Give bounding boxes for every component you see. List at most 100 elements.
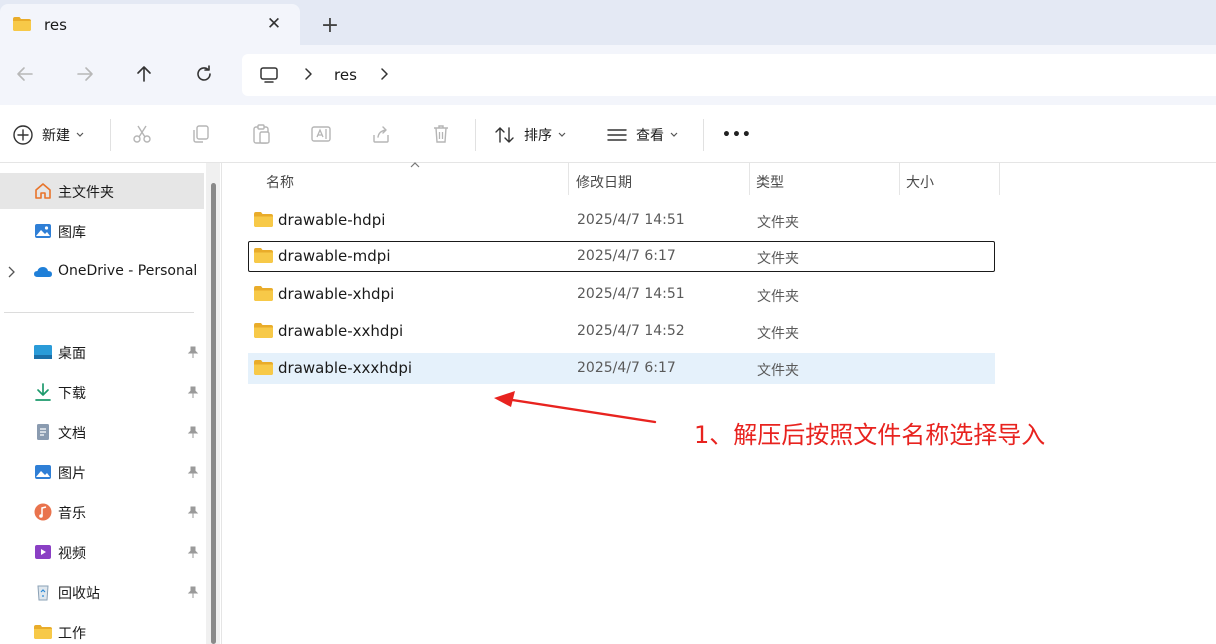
file-date: 2025/4/7 14:52 bbox=[577, 323, 685, 339]
file-name: drawable-xhdpi bbox=[278, 285, 395, 303]
pin-icon[interactable] bbox=[186, 545, 200, 559]
address-bar[interactable]: res bbox=[242, 54, 1216, 96]
column-header-date[interactable]: 修改日期 bbox=[569, 163, 749, 197]
column-header-size[interactable]: 大小 bbox=[900, 163, 1000, 197]
sidebar-scrollbar-thumb[interactable] bbox=[211, 183, 216, 644]
file-explorer-window: res ✕ + res 新建 排序 查看 ••• 主文件夹 图库 OneDriv… bbox=[0, 0, 1216, 644]
file-name: drawable-xxhdpi bbox=[278, 322, 404, 340]
folder-icon bbox=[13, 17, 31, 31]
file-date: 2025/4/7 6:17 bbox=[577, 248, 676, 264]
column-header-label: 名称 bbox=[266, 175, 294, 191]
folder-icon bbox=[34, 625, 52, 639]
sidebar-item-work[interactable]: 工作 bbox=[0, 614, 204, 644]
chevron-right-icon[interactable] bbox=[378, 67, 390, 81]
column-header-type[interactable]: 类型 bbox=[750, 163, 900, 197]
file-row-drawable-mdpi[interactable]: drawable-mdpi 2025/4/7 6:17 文件夹 bbox=[248, 241, 995, 272]
sidebar-item-videos[interactable]: 视频 bbox=[0, 534, 204, 570]
file-row-drawable-xxhdpi[interactable]: drawable-xxhdpi 2025/4/7 14:52 文件夹 bbox=[248, 316, 995, 347]
navigation-pane: 主文件夹 图库 OneDrive - Personal 桌面 下载 文档 图片 … bbox=[0, 163, 222, 644]
onedrive-icon bbox=[34, 267, 52, 277]
file-name: drawable-xxxhdpi bbox=[278, 359, 413, 377]
chevron-down-icon bbox=[76, 132, 84, 137]
file-row-drawable-xhdpi[interactable]: drawable-xhdpi 2025/4/7 14:51 文件夹 bbox=[248, 279, 995, 310]
pin-icon[interactable] bbox=[186, 585, 200, 599]
command-bar: 新建 排序 查看 ••• bbox=[0, 105, 1216, 163]
file-type: 文件夹 bbox=[757, 289, 799, 305]
file-row-drawable-xxxhdpi[interactable]: drawable-xxxhdpi 2025/4/7 6:17 文件夹 bbox=[248, 353, 995, 384]
column-header-label: 大小 bbox=[906, 175, 934, 191]
pin-icon[interactable] bbox=[186, 385, 200, 399]
file-type: 文件夹 bbox=[757, 251, 799, 267]
sidebar-item-onedrive[interactable]: OneDrive - Personal bbox=[0, 254, 204, 290]
sidebar-item-downloads[interactable]: 下载 bbox=[0, 374, 204, 410]
back-button[interactable] bbox=[10, 59, 40, 89]
column-header-label: 类型 bbox=[756, 175, 784, 191]
desktop-icon bbox=[34, 345, 52, 359]
sidebar-item-home[interactable]: 主文件夹 bbox=[0, 173, 204, 209]
video-icon bbox=[35, 545, 51, 559]
file-name: drawable-mdpi bbox=[278, 247, 391, 265]
file-type: 文件夹 bbox=[757, 363, 799, 379]
arrow-left-icon bbox=[17, 67, 33, 81]
sort-button[interactable]: 排序 bbox=[494, 123, 566, 147]
computer-icon bbox=[260, 67, 278, 83]
tab-res[interactable]: res ✕ bbox=[0, 4, 300, 45]
column-header-name[interactable]: 名称 bbox=[248, 163, 568, 197]
sidebar-item-label: 工作 bbox=[58, 626, 86, 642]
arrow-right-icon bbox=[77, 67, 93, 81]
toolbar-divider bbox=[110, 119, 111, 151]
file-row-drawable-hdpi[interactable]: drawable-hdpi 2025/4/7 14:51 文件夹 bbox=[248, 205, 995, 236]
sidebar-item-desktop[interactable]: 桌面 bbox=[0, 334, 204, 370]
new-button[interactable]: 新建 bbox=[12, 123, 84, 147]
file-list-view: 名称 修改日期 类型 大小 drawable-hdpi 2025/4/7 14:… bbox=[226, 162, 1216, 644]
folder-icon bbox=[254, 248, 273, 263]
sidebar-item-pictures[interactable]: 图片 bbox=[0, 454, 204, 490]
annotation-text: 1、解压后按照文件名称选择导入 bbox=[694, 421, 1046, 449]
up-button[interactable] bbox=[129, 59, 159, 89]
music-icon bbox=[34, 503, 52, 521]
chevron-down-icon bbox=[558, 132, 566, 137]
chevron-right-icon[interactable] bbox=[302, 67, 314, 81]
new-tab-button[interactable]: + bbox=[318, 15, 342, 39]
pictures-icon bbox=[35, 465, 51, 479]
sidebar-item-recycle-bin[interactable]: 回收站 bbox=[0, 574, 204, 610]
file-date: 2025/4/7 6:17 bbox=[577, 360, 676, 376]
pane-divider[interactable] bbox=[221, 163, 222, 644]
cut-icon[interactable] bbox=[131, 123, 153, 145]
view-label: 查看 bbox=[636, 128, 664, 144]
more-options-button[interactable]: ••• bbox=[722, 123, 752, 147]
file-type: 文件夹 bbox=[757, 215, 799, 231]
sidebar-item-music[interactable]: 音乐 bbox=[0, 494, 204, 530]
rename-icon[interactable] bbox=[310, 123, 332, 145]
folder-icon bbox=[254, 286, 273, 301]
sidebar-item-label: 视频 bbox=[58, 546, 86, 562]
pin-icon[interactable] bbox=[186, 505, 200, 519]
sidebar-item-gallery[interactable]: 图库 bbox=[0, 213, 204, 249]
refresh-icon bbox=[197, 65, 211, 81]
forward-button[interactable] bbox=[70, 59, 100, 89]
refresh-button[interactable] bbox=[189, 59, 219, 89]
sidebar-item-label: 回收站 bbox=[58, 586, 100, 602]
close-icon[interactable]: ✕ bbox=[264, 14, 284, 34]
chevron-right-icon[interactable] bbox=[6, 265, 16, 279]
share-icon[interactable] bbox=[370, 123, 392, 145]
file-type: 文件夹 bbox=[757, 326, 799, 342]
document-icon bbox=[37, 424, 49, 440]
annotation-arrow bbox=[494, 391, 657, 424]
breadcrumb-res[interactable]: res bbox=[334, 66, 357, 84]
chevron-down-icon bbox=[670, 132, 678, 137]
sidebar-item-label: 下载 bbox=[58, 386, 86, 402]
gallery-icon bbox=[35, 224, 51, 238]
sidebar-item-label: 音乐 bbox=[58, 506, 86, 522]
paste-icon[interactable] bbox=[250, 123, 272, 145]
pin-icon[interactable] bbox=[186, 425, 200, 439]
column-divider[interactable] bbox=[999, 163, 1000, 195]
delete-icon[interactable] bbox=[430, 123, 452, 145]
folder-icon bbox=[254, 323, 273, 338]
view-button[interactable]: 查看 bbox=[606, 123, 678, 147]
pin-icon[interactable] bbox=[186, 465, 200, 479]
copy-icon[interactable] bbox=[190, 123, 212, 145]
recycle-bin-icon bbox=[37, 585, 49, 601]
sidebar-item-documents[interactable]: 文档 bbox=[0, 414, 204, 450]
pin-icon[interactable] bbox=[186, 345, 200, 359]
